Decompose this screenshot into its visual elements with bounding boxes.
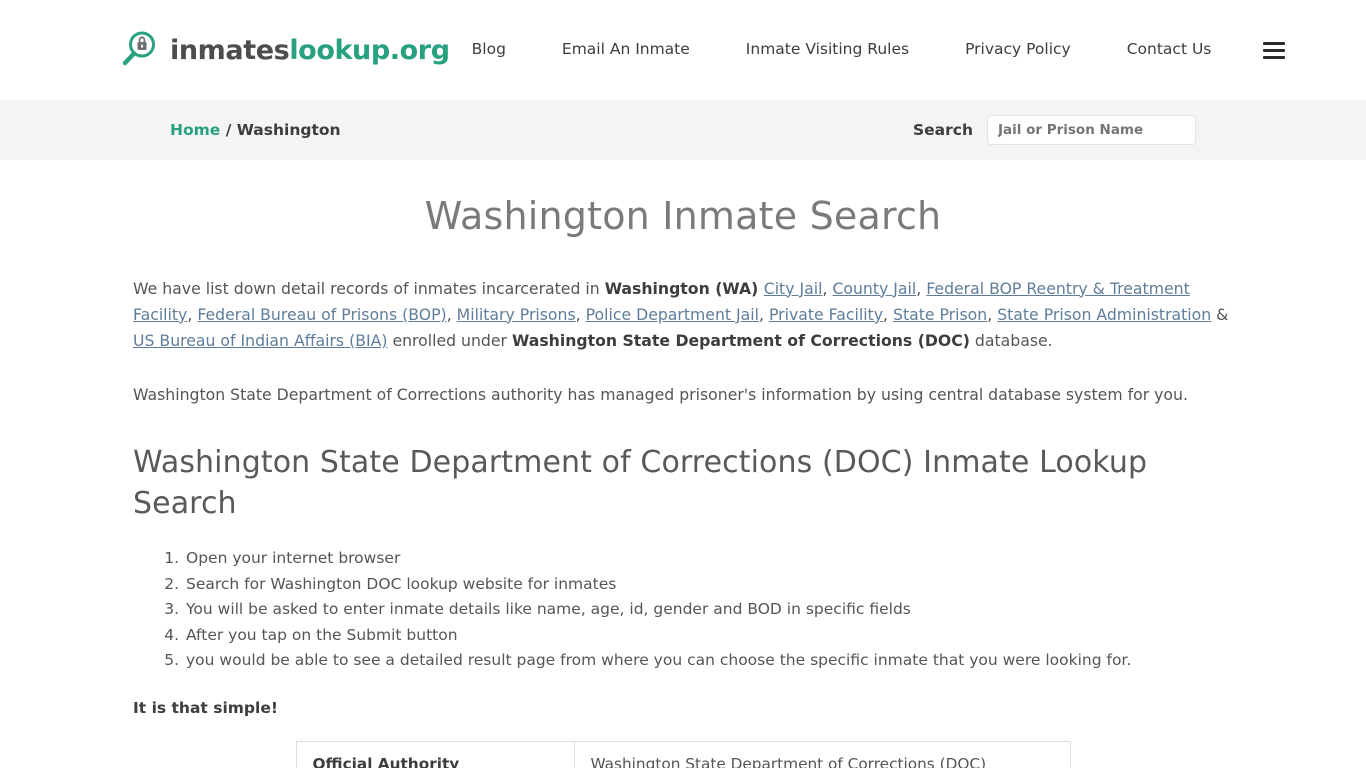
search-input[interactable]: [987, 115, 1196, 145]
breadcrumb-home-link[interactable]: Home: [170, 121, 220, 139]
section-title-doc-lookup: Washington State Department of Correctio…: [133, 444, 1148, 521]
header-search: Search: [913, 115, 1196, 145]
intro-mid: enrolled under: [387, 330, 512, 350]
list-item: After you tap on the Submit button: [184, 623, 1233, 648]
nav-item-contact-us[interactable]: Contact Us: [1099, 42, 1240, 58]
magnifier-lock-icon: [118, 29, 160, 71]
breadcrumb: Home / Washington: [170, 121, 341, 139]
hamburger-bar: [1263, 55, 1286, 59]
breadcrumb-separator: /: [220, 121, 237, 139]
link-state-prison[interactable]: State Prison: [893, 305, 987, 324]
steps-list: Open your internet browser Search for Wa…: [133, 546, 1233, 673]
nav-item-blog[interactable]: Blog: [450, 42, 534, 58]
link-federal-bureau-of-prisons[interactable]: Federal Bureau of Prisons (BOP): [197, 305, 446, 324]
list-item: Search for Washington DOC lookup website…: [184, 572, 1233, 597]
nav-item-privacy-policy[interactable]: Privacy Policy: [937, 42, 1099, 58]
hamburger-icon[interactable]: [1263, 41, 1286, 59]
intro-lead: We have list down detail records of inma…: [133, 278, 605, 298]
breadcrumb-current: Washington: [236, 121, 341, 139]
link-military-prisons[interactable]: Military Prisons: [457, 305, 576, 324]
link-county-jail[interactable]: County Jail: [832, 279, 916, 298]
intro-tail: database.: [969, 330, 1053, 350]
nav-item-inmate-visiting-rules[interactable]: Inmate Visiting Rules: [718, 42, 937, 58]
main-content: Washington Inmate Search We have list do…: [0, 194, 1366, 768]
table-row: Official Authority Washington State Depa…: [295, 741, 1071, 768]
main-navigation: Blog Email An Inmate Inmate Visiting Rul…: [450, 41, 1286, 59]
info-table-container: Official Authority Washington State Depa…: [133, 741, 1233, 768]
logo-text-accent: lookup.org: [289, 34, 450, 66]
table-cell-key: Official Authority: [295, 741, 575, 768]
secondary-paragraph: Washington State Department of Correctio…: [133, 384, 1188, 404]
site-header: inmateslookup.org Blog Email An Inmate I…: [0, 0, 1366, 100]
intro-state: Washington (WA): [604, 278, 764, 298]
nav-item-email-an-inmate[interactable]: Email An Inmate: [534, 42, 718, 58]
search-label: Search: [912, 121, 973, 139]
hamburger-bar: [1263, 41, 1286, 45]
site-logo-text: inmateslookup.org: [170, 37, 450, 64]
site-logo[interactable]: inmateslookup.org: [118, 29, 450, 71]
link-state-prison-administration[interactable]: State Prison Administration: [997, 305, 1211, 324]
intro-paragraph: We have list down detail records of inma…: [133, 278, 1229, 350]
list-item: you would be able to see a detailed resu…: [184, 648, 1233, 673]
hamburger-bar: [1263, 48, 1286, 52]
simple-note: It is that simple!: [133, 699, 278, 718]
page-title: Washington Inmate Search: [424, 194, 942, 238]
list-item: You will be asked to enter inmate detail…: [184, 597, 1233, 622]
intro-authority: Washington State Department of Correctio…: [511, 330, 970, 350]
breadcrumb-bar: Home / Washington Search: [0, 100, 1366, 160]
link-us-bureau-of-indian-affairs[interactable]: US Bureau of Indian Affairs (BIA): [133, 331, 387, 350]
link-police-department-jail[interactable]: Police Department Jail: [586, 305, 759, 324]
table-cell-value: Washington State Department of Correctio…: [573, 741, 1071, 768]
link-private-facility[interactable]: Private Facility: [769, 305, 883, 324]
list-item: Open your internet browser: [184, 546, 1233, 571]
logo-text-primary: inmates: [170, 34, 290, 66]
facility-info-table: Official Authority Washington State Depa…: [295, 741, 1071, 768]
link-city-jail[interactable]: City Jail: [764, 279, 823, 298]
